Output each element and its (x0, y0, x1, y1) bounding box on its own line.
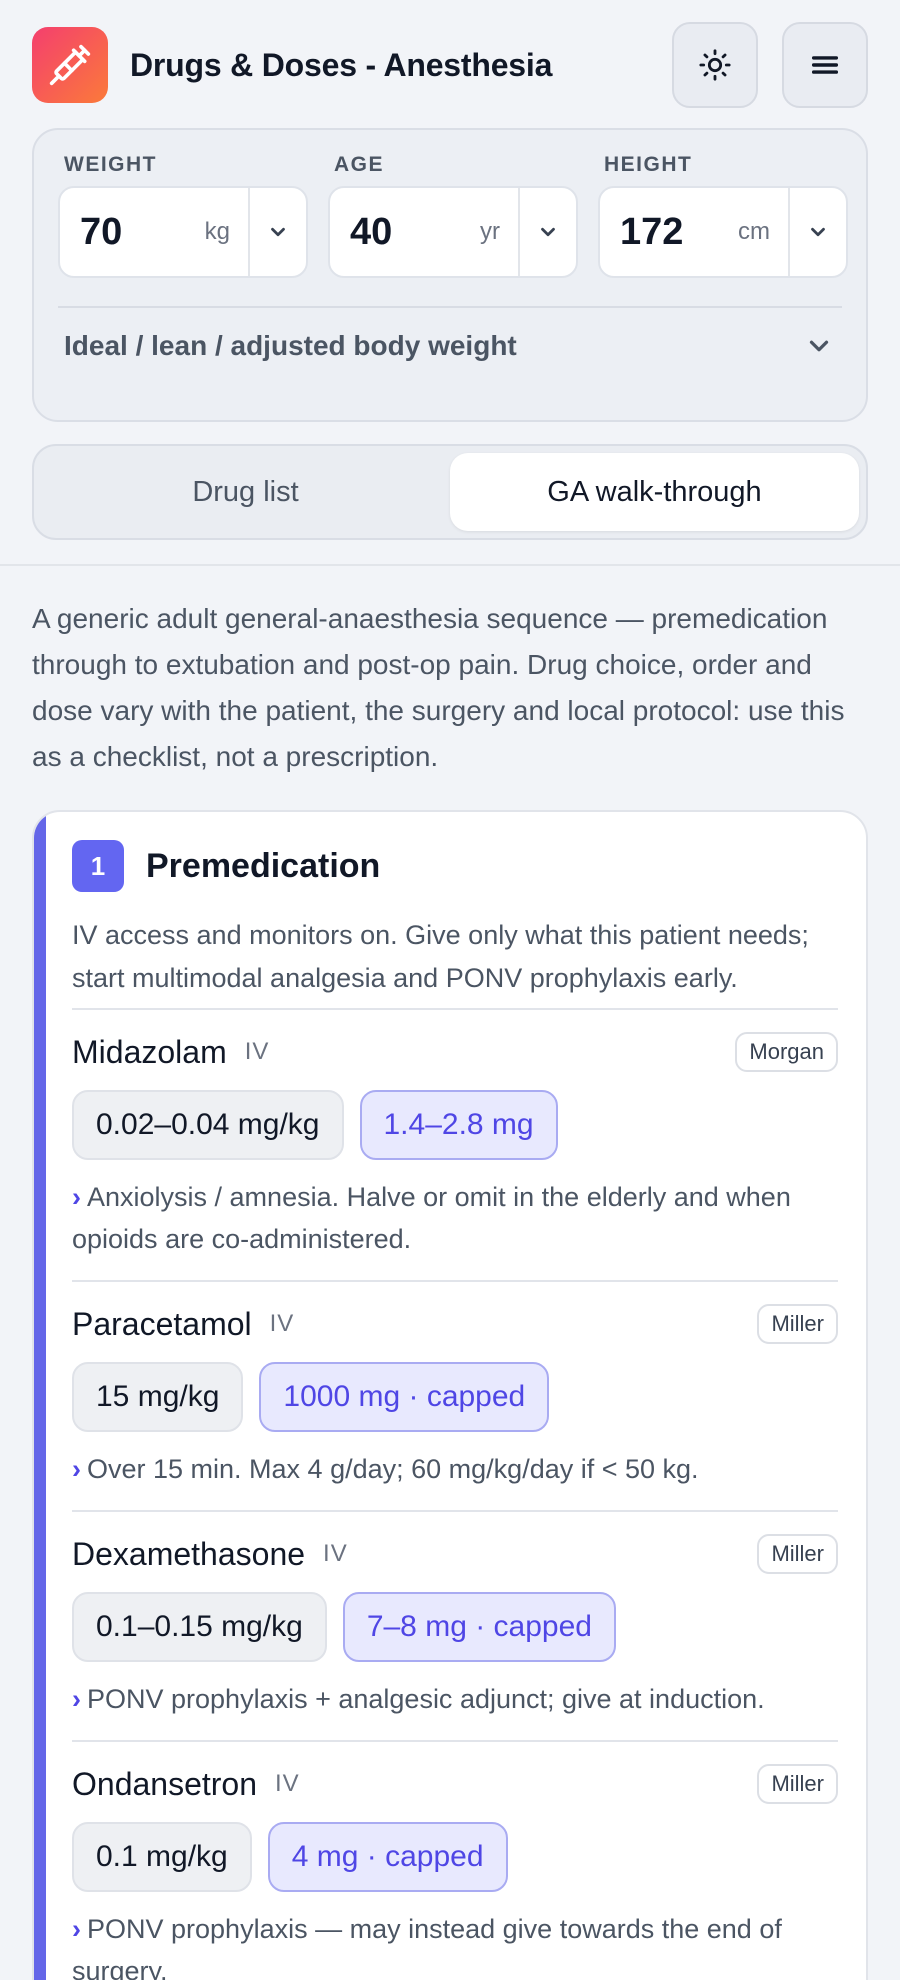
body-weight-expander-label: Ideal / lean / adjusted body weight (64, 330, 517, 361)
app-title: Drugs & Doses - Anesthesia (130, 46, 553, 83)
chevron-right-icon: › (72, 1684, 81, 1714)
syringe-icon (32, 27, 108, 103)
chevron-right-icon: › (72, 1182, 81, 1212)
chevron-down-icon (541, 227, 555, 237)
drug-note: › PONV prophylaxis — may instead give tow… (72, 1908, 838, 1980)
dose-calculated: 7–8 mg · capped (342, 1592, 616, 1662)
drug-route: IV (244, 1038, 270, 1065)
age-label: AGE (334, 153, 385, 176)
sun-icon (699, 49, 731, 81)
intro-text: A generic adult general-anaesthesia sequ… (32, 603, 845, 772)
dose-per-kg: 15 mg/kg (72, 1362, 244, 1432)
step-title: Premedication (146, 846, 381, 885)
drug-note-text: Anxiolysis / amnesia. Halve or omit in t… (72, 1182, 791, 1254)
source-badge[interactable]: Morgan (735, 1032, 838, 1072)
drug-note: › Anxiolysis / amnesia. Halve or omit in … (72, 1176, 838, 1260)
patient-panel: Drugs & Doses - Anesthesia WEIGHT 70 kg (0, 0, 900, 566)
chevron-right-icon: › (72, 1454, 81, 1484)
age-unit: yr (480, 218, 500, 245)
step-accent-bar (34, 812, 46, 1980)
app-header: Drugs & Doses - Anesthesia (32, 22, 868, 108)
drug-name: Ondansetron (72, 1765, 258, 1802)
source-badge[interactable]: Miller (757, 1534, 838, 1574)
dose-per-kg: 0.1–0.15 mg/kg (72, 1592, 327, 1662)
height-input[interactable]: 172 (600, 211, 710, 254)
step-description: IV access and monitors on. Give only wha… (72, 920, 809, 993)
drug-item: Midazolam IV Morgan 0.02–0.04 mg/kg 1.4–… (72, 1008, 838, 1280)
tab-ga-walkthrough[interactable]: GA walk-through (450, 453, 859, 531)
body-weight-expander[interactable]: Ideal / lean / adjusted body weight (58, 308, 842, 384)
source-badge[interactable]: Miller (757, 1304, 838, 1344)
drug-name: Midazolam (72, 1033, 227, 1070)
step-card-premedication: 1 Premedication IV access and monitors o… (32, 810, 868, 1980)
patient-inputs-card: WEIGHT 70 kg AGE 40 yr HEIGHT 172 cm Ide… (32, 128, 868, 422)
height-field: HEIGHT 172 cm (598, 150, 848, 278)
tab-drug-list[interactable]: Drug list (41, 453, 450, 531)
drug-route: IV (275, 1770, 300, 1797)
drug-route: IV (323, 1540, 348, 1567)
chevron-down-icon (271, 227, 285, 237)
dose-per-kg: 0.02–0.04 mg/kg (72, 1090, 344, 1160)
weight-input[interactable]: 70 (60, 211, 170, 254)
view-tabs: Drug list GA walk-through (32, 444, 868, 540)
dose-calculated: 1.4–2.8 mg (359, 1090, 558, 1160)
drug-item: Paracetamol IV Miller 15 mg/kg 1000 mg ·… (72, 1280, 838, 1510)
height-unit: cm (738, 218, 770, 245)
source-badge[interactable]: Miller (757, 1764, 838, 1804)
chevron-down-icon (809, 340, 829, 352)
dose-calculated: 4 mg · capped (267, 1822, 508, 1892)
height-label: HEIGHT (604, 153, 693, 176)
weight-unit: kg (204, 218, 230, 245)
weight-unit-select[interactable] (248, 188, 306, 276)
weight-label: WEIGHT (64, 153, 157, 176)
drug-item: Dexamethasone IV Miller 0.1–0.15 mg/kg 7… (72, 1510, 838, 1740)
drug-item: Ondansetron IV Miller 0.1 mg/kg 4 mg · c… (72, 1740, 838, 1980)
drug-note-text: Over 15 min. Max 4 g/day; 60 mg/kg/day i… (87, 1454, 699, 1484)
weight-field: WEIGHT 70 kg (58, 150, 308, 278)
drug-note: › Over 15 min. Max 4 g/day; 60 mg/kg/day … (72, 1448, 838, 1490)
theme-toggle-button[interactable] (672, 22, 758, 108)
dose-calculated: 1000 mg · capped (259, 1362, 550, 1432)
step-number-badge: 1 (72, 840, 124, 892)
age-input[interactable]: 40 (330, 211, 440, 254)
age-unit-select[interactable] (518, 188, 576, 276)
chevron-right-icon: › (72, 1914, 81, 1944)
drug-name: Paracetamol (72, 1305, 252, 1342)
chevron-down-icon (811, 227, 825, 237)
drug-note-text: PONV prophylaxis + analgesic adjunct; gi… (87, 1684, 765, 1714)
drug-note: › PONV prophylaxis + analgesic adjunct; g… (72, 1678, 838, 1720)
menu-button[interactable] (782, 22, 868, 108)
age-field: AGE 40 yr (328, 150, 578, 278)
drug-route: IV (269, 1310, 295, 1337)
height-unit-select[interactable] (788, 188, 846, 276)
dose-per-kg: 0.1 mg/kg (72, 1822, 252, 1892)
drug-note-text: PONV prophylaxis — may instead give towa… (72, 1914, 782, 1980)
drug-name: Dexamethasone (72, 1535, 306, 1572)
hamburger-menu-icon (811, 56, 839, 74)
